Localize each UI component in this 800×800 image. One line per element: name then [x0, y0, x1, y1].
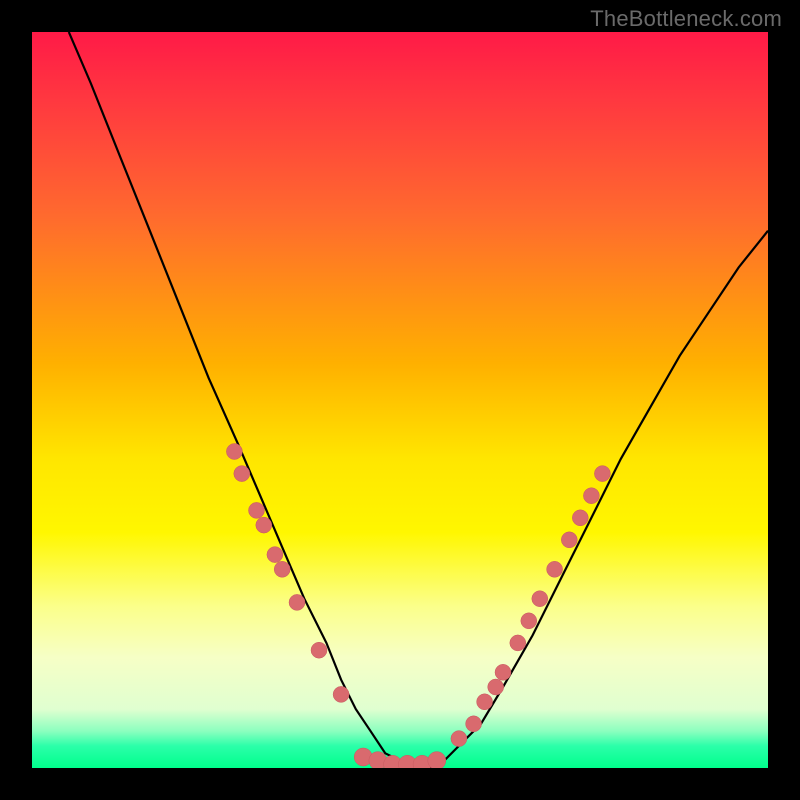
chart-frame: TheBottleneck.com — [0, 0, 800, 800]
curve-marker — [428, 752, 446, 768]
watermark-text: TheBottleneck.com — [590, 6, 782, 32]
curve-marker — [289, 594, 305, 610]
curve-marker — [532, 591, 548, 607]
curve-marker — [451, 731, 467, 747]
plot-area — [32, 32, 768, 768]
bottleneck-curve — [69, 32, 768, 768]
curve-marker — [311, 642, 327, 658]
curve-marker — [510, 635, 526, 651]
curve-marker — [234, 466, 250, 482]
curve-marker — [466, 716, 482, 732]
curve-marker — [249, 502, 265, 518]
curve-markers — [226, 444, 610, 769]
chart-svg — [32, 32, 768, 768]
curve-marker — [267, 547, 283, 563]
curve-marker — [488, 679, 504, 695]
curve-marker — [594, 466, 610, 482]
curve-marker — [583, 488, 599, 504]
curve-marker — [333, 686, 349, 702]
curve-marker — [561, 532, 577, 548]
curve-marker — [495, 664, 511, 680]
curve-marker — [572, 510, 588, 526]
curve-marker — [274, 561, 290, 577]
curve-marker — [477, 694, 493, 710]
curve-marker — [226, 444, 242, 460]
curve-marker — [521, 613, 537, 629]
curve-marker — [547, 561, 563, 577]
curve-marker — [256, 517, 272, 533]
